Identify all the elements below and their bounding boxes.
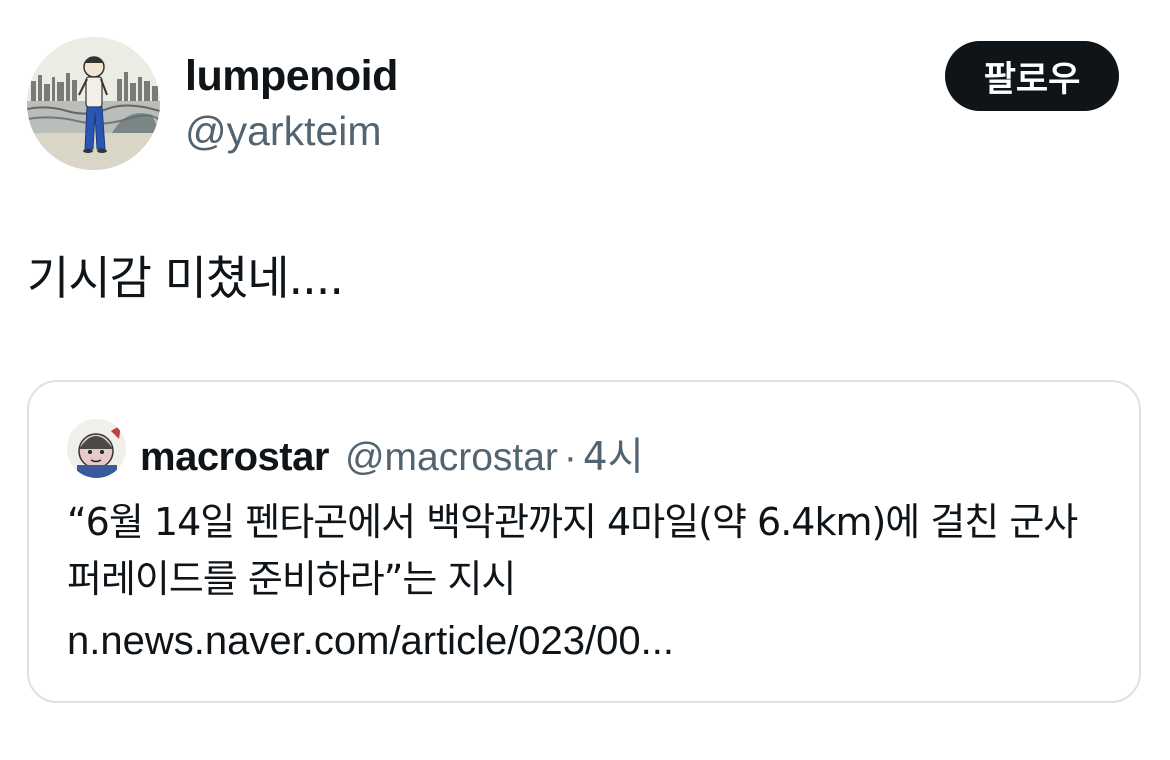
tweet-text: 기시감 미쳤네.... [27, 251, 344, 305]
tweet: lumpenoid @yarkteim 팔로우 기시감 미쳤네.... macr… [0, 0, 1170, 760]
quoted-tweet-text: “6월 14일 펜타곤에서 백악관까지 4마일(약 6.4km)에 걸친 군사 … [67, 500, 1078, 601]
illustrated-figure-avatar-icon [27, 37, 160, 170]
quoted-author-handle[interactable]: @macrostar [345, 436, 558, 480]
quoted-author-display-name[interactable]: macrostar [140, 435, 329, 480]
follow-button[interactable]: 팔로우 [945, 41, 1119, 111]
author-handle[interactable]: @yarkteim [185, 106, 382, 156]
separator-dot: · [563, 436, 577, 479]
quoted-tweet-header: macrostar @macrostar · 4시 [140, 426, 644, 480]
quoted-author-avatar[interactable] [67, 419, 126, 478]
quoted-tweet-link[interactable]: n.news.naver.com/article/023/00... [67, 616, 674, 666]
quoted-tweet-card[interactable]: macrostar @macrostar · 4시 “6월 14일 펜타곤에서 … [27, 380, 1141, 703]
author-avatar[interactable] [27, 37, 160, 170]
author-display-name[interactable]: lumpenoid [185, 50, 398, 102]
illustrated-avatar-icon [67, 419, 126, 478]
quoted-tweet-timestamp[interactable]: 4시 [583, 426, 644, 482]
